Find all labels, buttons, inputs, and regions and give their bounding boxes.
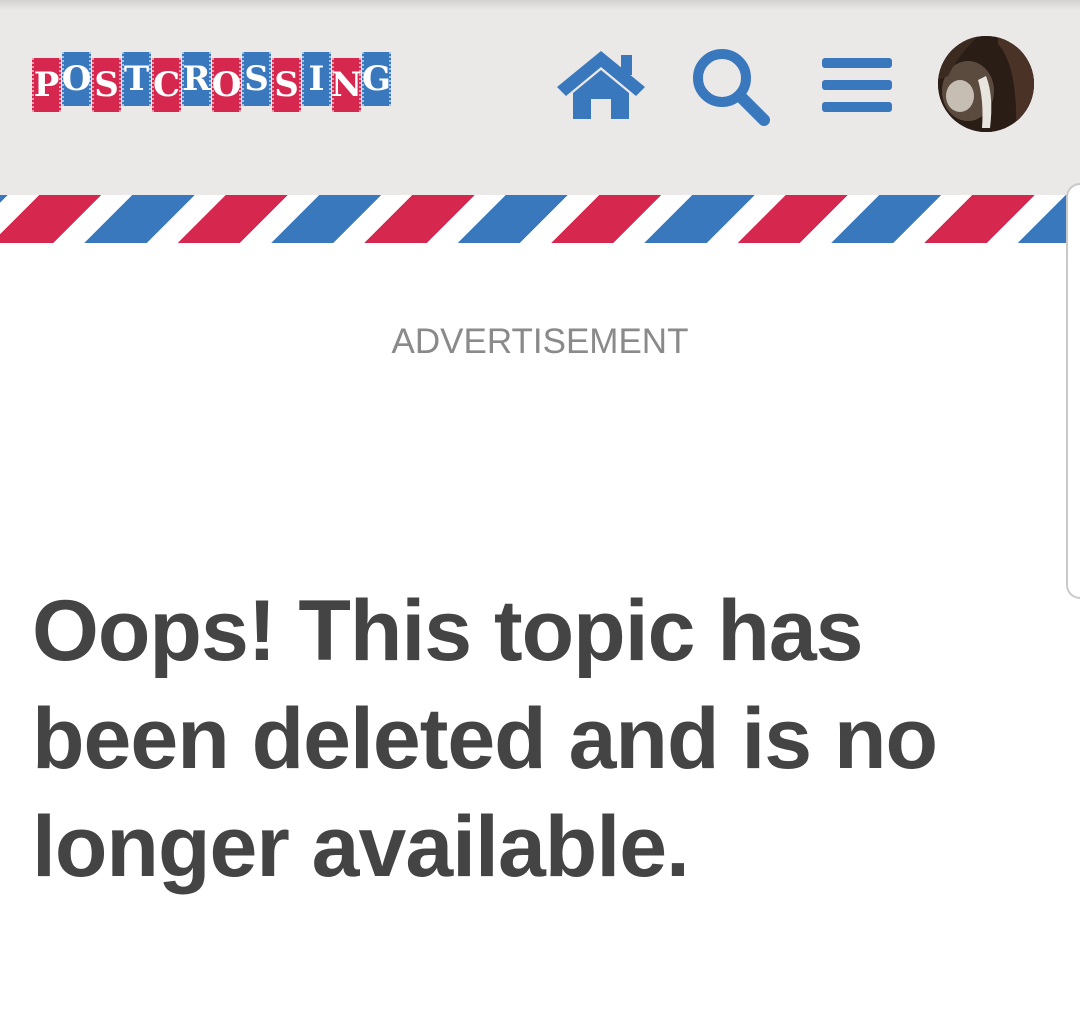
header-shadow [0,0,1080,10]
hamburger-menu-icon [822,58,892,112]
logo-letter: S [272,58,301,112]
logo-letter: S [242,52,271,106]
logo-letter: C [152,58,181,112]
logo-letter: O [62,52,91,106]
logo-letter: I [302,52,331,106]
site-header: P O S T C R O S S I N G [0,0,1080,195]
search-button[interactable] [688,45,774,127]
avatar-image [938,36,1034,132]
hamburger-menu-button[interactable] [820,54,894,116]
user-avatar[interactable] [938,36,1034,132]
logo-letter: P [32,58,61,112]
logo-letter: R [182,52,211,106]
search-icon [693,49,770,126]
scroll-handle[interactable] [1066,183,1080,599]
airmail-stripe-divider [0,195,1080,243]
postcrossing-logo[interactable]: P O S T C R O S S I N G [32,52,520,112]
home-icon [557,51,645,119]
logo-letter: O [212,58,241,112]
home-button[interactable] [553,47,649,121]
error-message-heading: Oops! This topic has been deleted and is… [32,583,938,895]
logo-letter: G [362,52,391,106]
logo-letter: T [122,52,151,106]
logo-letter: N [331,58,362,112]
advertisement-label: ADVERTISEMENT [391,322,689,361]
page: P O S T C R O S S I N G ADVERTISEMENT Oo… [0,0,1080,1016]
logo-letter: S [92,58,121,112]
